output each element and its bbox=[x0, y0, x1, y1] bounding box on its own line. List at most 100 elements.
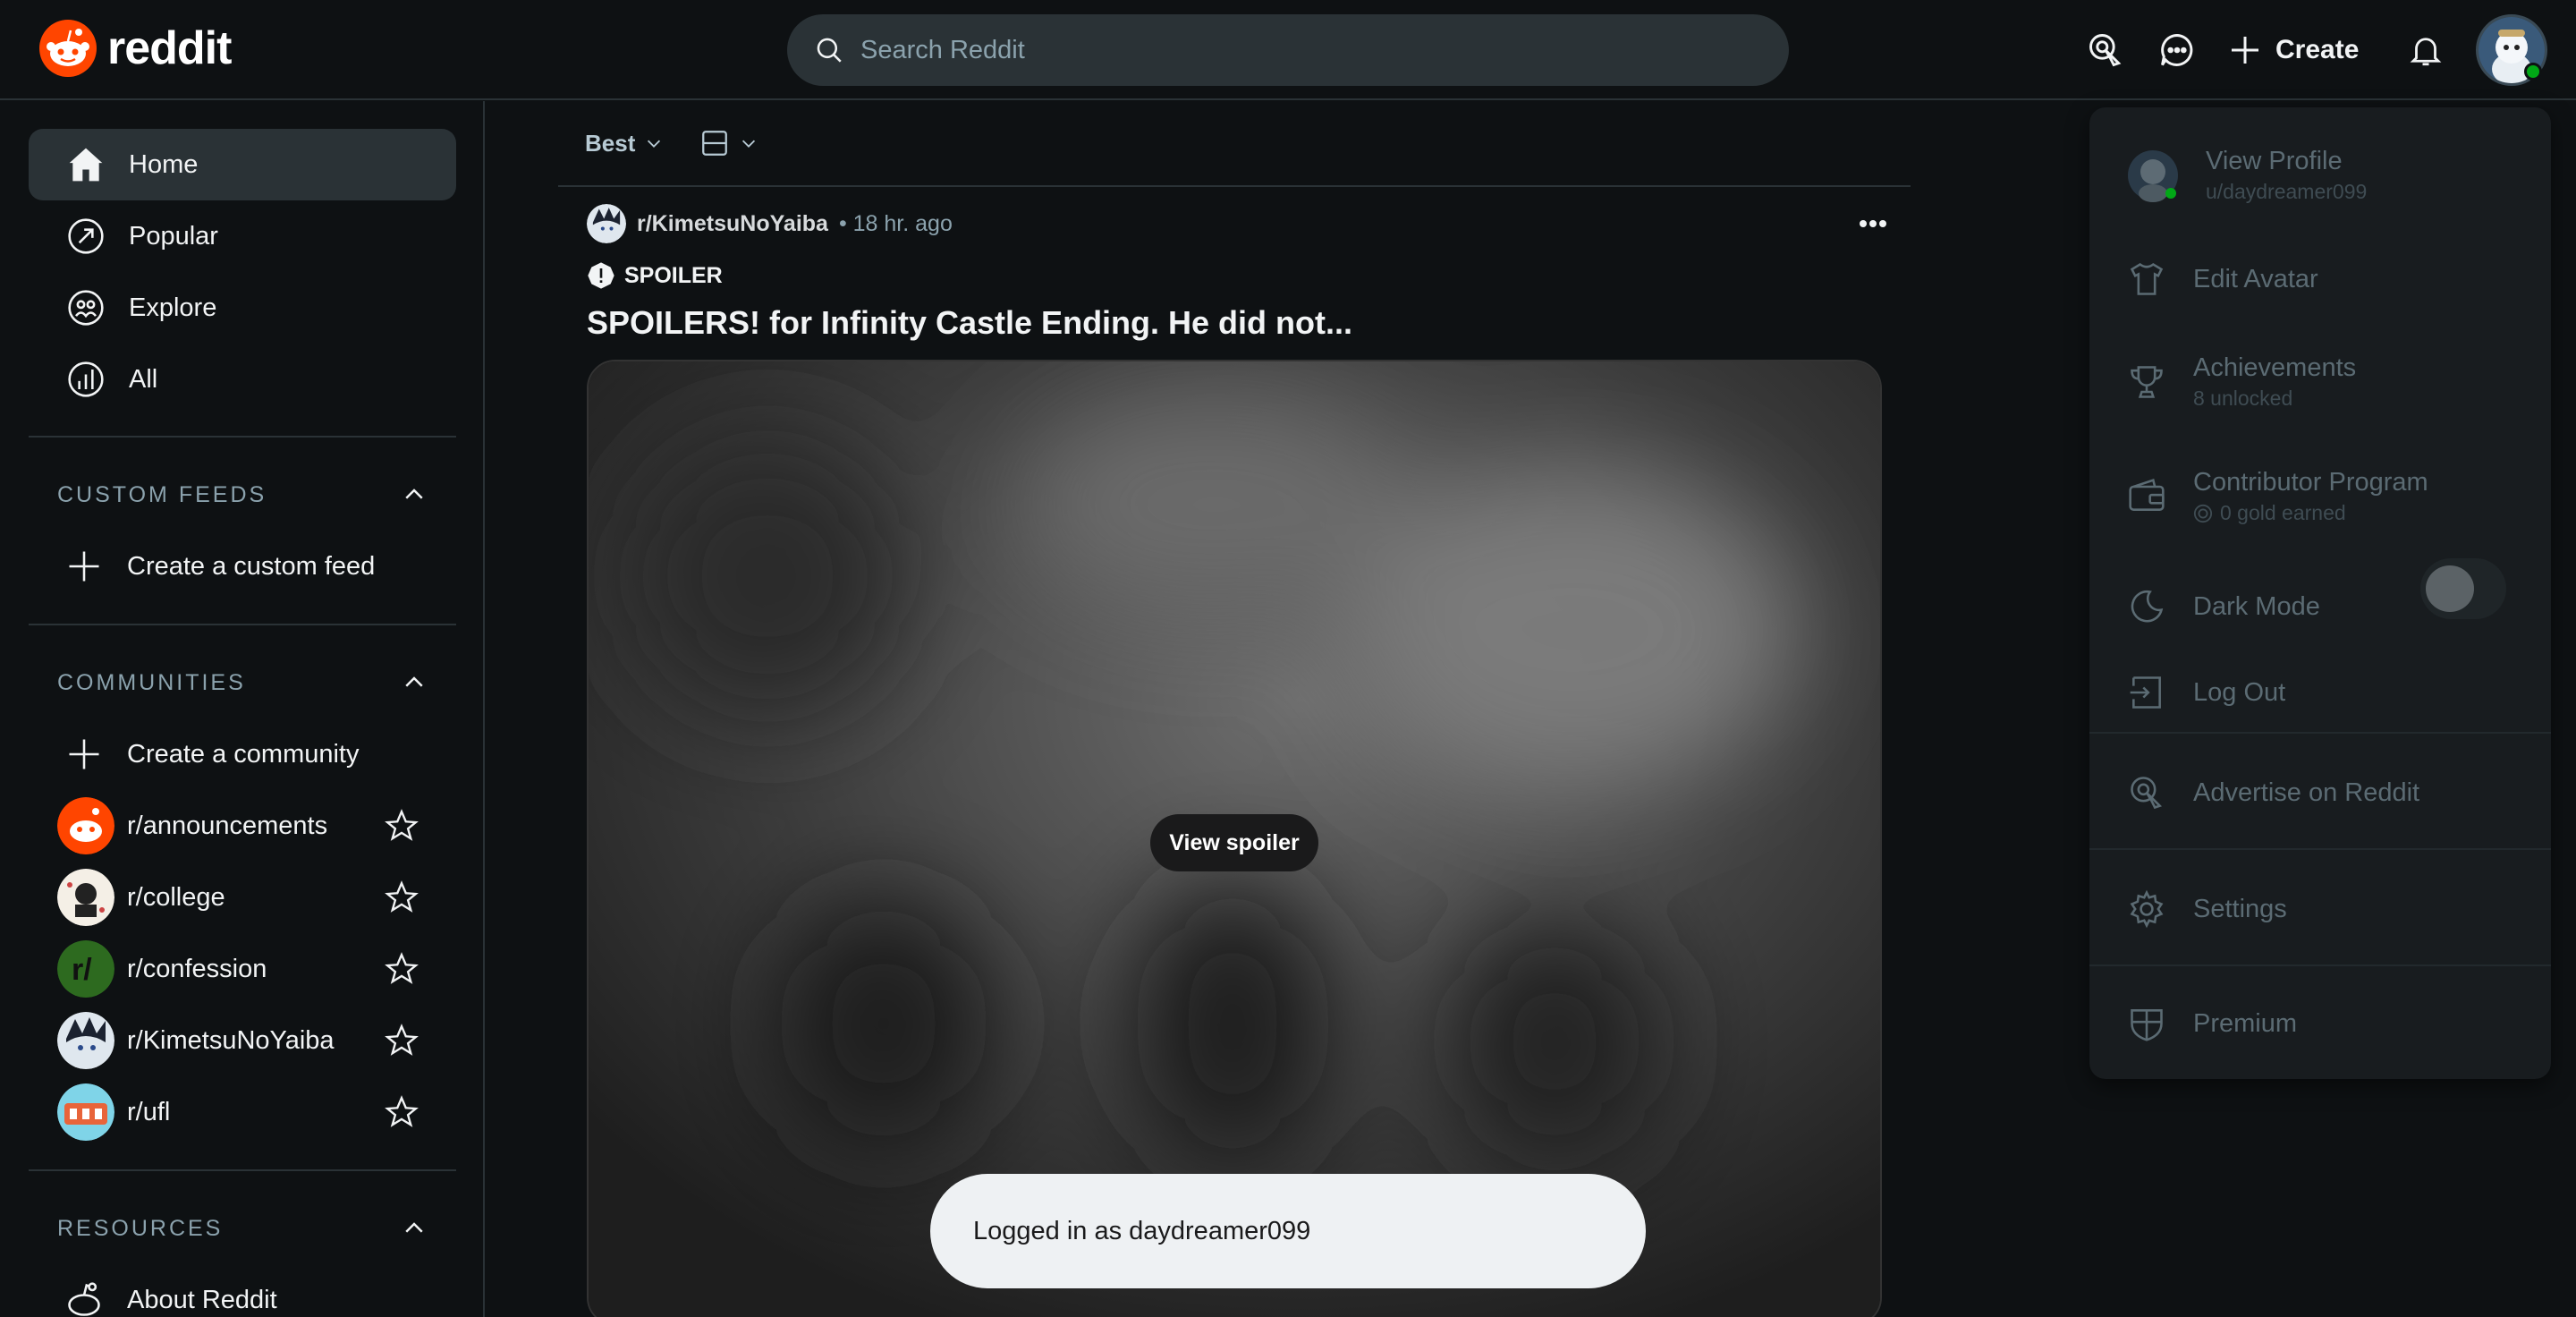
search-bar[interactable] bbox=[787, 14, 1789, 86]
advertise-button[interactable] bbox=[2084, 29, 2127, 72]
gold-earned-text: 0 gold earned bbox=[2220, 501, 2346, 524]
menu-item-achievements[interactable]: Achievements 8 unlocked bbox=[2089, 342, 2551, 422]
more-horizontal-icon bbox=[1860, 220, 1886, 227]
explore-icon bbox=[68, 290, 104, 326]
subreddit-avatar[interactable] bbox=[587, 204, 626, 243]
view-spoiler-button[interactable]: View spoiler bbox=[1150, 814, 1318, 871]
communities-header[interactable]: COMMUNITIES bbox=[29, 656, 456, 709]
post-time: • 18 hr. ago bbox=[838, 210, 953, 236]
advertise-icon bbox=[2089, 34, 2122, 67]
warning-icon bbox=[588, 262, 614, 289]
menu-item-contributor-program[interactable]: Contributor Program 0 gold earned bbox=[2089, 456, 2551, 537]
menu-item-label: Settings bbox=[2193, 894, 2287, 923]
logo-text: reddit bbox=[107, 22, 232, 74]
community-avatar bbox=[57, 869, 114, 926]
toggle-knob bbox=[2426, 565, 2474, 612]
sidebar-item-label: Create a custom feed bbox=[127, 551, 376, 581]
plus-icon bbox=[69, 739, 99, 769]
sidebar-divider bbox=[29, 1169, 456, 1171]
create-label: Create bbox=[2275, 35, 2360, 64]
section-title: CUSTOM FEEDS bbox=[57, 481, 267, 507]
chevron-up-icon bbox=[405, 1222, 423, 1233]
logout-icon bbox=[2125, 671, 2168, 714]
menu-item-label: Dark Mode bbox=[2193, 591, 2320, 621]
community-item-kimetsunoyaiba[interactable]: r/KimetsuNoYaiba bbox=[29, 1005, 456, 1076]
sidebar-item-explore[interactable]: Explore bbox=[29, 272, 456, 344]
plus-icon bbox=[2232, 37, 2258, 64]
sort-label: Best bbox=[585, 129, 636, 157]
community-item-ufl[interactable]: r/ufl bbox=[29, 1076, 456, 1148]
chevron-down-icon bbox=[648, 140, 661, 148]
custom-feeds-header[interactable]: CUSTOM FEEDS bbox=[29, 468, 456, 522]
section-title: COMMUNITIES bbox=[57, 669, 246, 695]
post-overflow-button[interactable] bbox=[1848, 200, 1898, 247]
post-title[interactable]: SPOILERS! for Infinity Castle Ending. He… bbox=[587, 304, 1352, 342]
menu-item-label: Achievements bbox=[2193, 353, 2357, 382]
chevron-down-icon bbox=[742, 140, 756, 148]
dark-mode-toggle[interactable] bbox=[2420, 558, 2506, 619]
star-icon[interactable] bbox=[385, 880, 419, 914]
sidebar-item-home[interactable]: Home bbox=[29, 129, 456, 200]
community-avatar: r/ bbox=[57, 940, 114, 998]
online-status-dot bbox=[2524, 63, 2542, 81]
sidebar-item-label: All bbox=[129, 364, 158, 394]
chat-icon bbox=[2161, 34, 2193, 66]
search-icon bbox=[817, 38, 842, 63]
sidebar-item-label: Create a community bbox=[127, 739, 360, 769]
menu-item-label: Edit Avatar bbox=[2193, 264, 2318, 293]
community-avatar bbox=[57, 1083, 114, 1141]
star-icon[interactable] bbox=[385, 952, 419, 986]
community-label: r/college bbox=[127, 882, 225, 912]
post-meta: r/KimetsuNoYaiba • 18 hr. ago bbox=[587, 200, 953, 247]
sidebar-item-label: Home bbox=[129, 149, 199, 179]
community-label: r/announcements bbox=[127, 811, 328, 840]
community-label: r/confession bbox=[127, 954, 267, 983]
wallet-icon bbox=[2125, 475, 2168, 518]
sidebar-item-label: About Reddit bbox=[127, 1285, 277, 1314]
home-icon bbox=[69, 148, 103, 182]
menu-item-advertise[interactable]: Advertise on Reddit bbox=[2089, 757, 2551, 828]
notifications-button[interactable] bbox=[2404, 29, 2447, 72]
resources-header[interactable]: RESOURCES bbox=[29, 1202, 456, 1255]
community-item-announcements[interactable]: r/announcements bbox=[29, 790, 456, 862]
create-button[interactable]: Create bbox=[2227, 25, 2359, 75]
chevron-up-icon bbox=[405, 489, 423, 499]
chat-button[interactable] bbox=[2156, 29, 2199, 72]
menu-item-view-profile[interactable]: View Profile u/daydreamer099 bbox=[2089, 141, 2551, 209]
star-icon[interactable] bbox=[385, 1095, 419, 1129]
menu-item-settings[interactable]: Settings bbox=[2089, 873, 2551, 945]
feed-controls: Best bbox=[558, 101, 1911, 187]
sort-dropdown[interactable]: Best bbox=[585, 130, 664, 157]
sidebar-item-about-reddit[interactable]: About Reddit bbox=[29, 1264, 456, 1317]
menu-item-sublabel: 0 gold earned bbox=[2193, 501, 2428, 525]
community-item-college[interactable]: r/college bbox=[29, 862, 456, 933]
card-view-icon bbox=[702, 131, 728, 156]
trophy-icon bbox=[2125, 361, 2168, 404]
advertise-icon bbox=[2125, 771, 2168, 814]
reddit-logo[interactable]: reddit bbox=[39, 20, 232, 77]
menu-item-edit-avatar[interactable]: Edit Avatar bbox=[2089, 245, 2551, 313]
menu-item-premium[interactable]: Premium bbox=[2089, 988, 2551, 1059]
community-avatar bbox=[57, 1012, 114, 1069]
star-icon[interactable] bbox=[385, 809, 419, 843]
search-input[interactable] bbox=[860, 35, 1665, 65]
sidebar-item-all[interactable]: All bbox=[29, 344, 456, 415]
section-title: RESOURCES bbox=[57, 1215, 224, 1241]
sidebar-item-popular[interactable]: Popular bbox=[29, 200, 456, 272]
shield-icon bbox=[2125, 1002, 2168, 1045]
moon-icon bbox=[2125, 585, 2168, 628]
create-community[interactable]: Create a community bbox=[29, 718, 456, 790]
view-toggle[interactable] bbox=[699, 128, 758, 158]
post-subreddit[interactable]: r/KimetsuNoYaiba bbox=[637, 211, 828, 237]
star-icon[interactable] bbox=[385, 1024, 419, 1058]
popular-icon bbox=[68, 218, 104, 254]
shirt-icon bbox=[2125, 258, 2168, 301]
profile-avatar-icon bbox=[2125, 148, 2181, 203]
all-icon bbox=[68, 361, 104, 397]
sidebar-divider bbox=[29, 436, 456, 438]
top-header: reddit Create bbox=[0, 0, 2576, 100]
community-item-confession[interactable]: r/ r/confession bbox=[29, 933, 456, 1005]
menu-divider bbox=[2089, 848, 2551, 850]
create-custom-feed[interactable]: Create a custom feed bbox=[29, 531, 456, 602]
menu-item-log-out[interactable]: Log Out bbox=[2089, 658, 2551, 726]
